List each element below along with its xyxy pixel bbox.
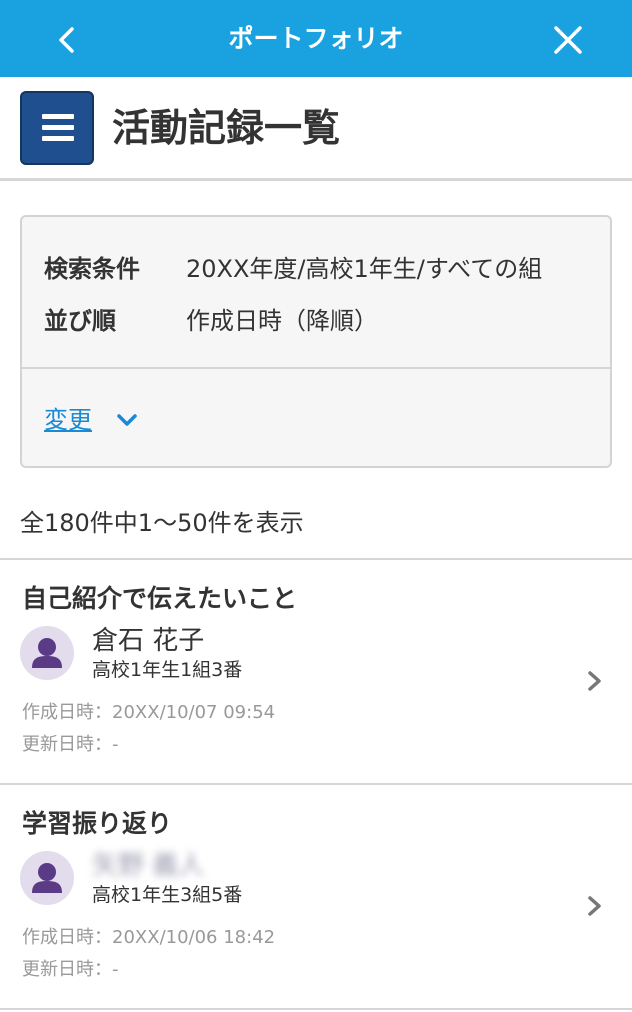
person-icon	[32, 863, 62, 893]
search-condition-row: 検索条件 20XX年度/高校1年生/すべての組	[44, 252, 542, 286]
page-title: 活動記録一覧	[112, 106, 341, 150]
page-header: 活動記録一覧	[0, 77, 632, 181]
student-name: 矢野 義人	[92, 851, 205, 881]
avatar	[20, 851, 74, 905]
record-title: 自己紹介で伝えたいこと	[22, 584, 298, 613]
list-item[interactable]: 自己紹介で伝えたいこと 倉石 花子 高校1年生1組3番 作成日時：20XX/10…	[0, 560, 632, 784]
close-button[interactable]	[546, 18, 590, 62]
chevron-down-icon[interactable]	[114, 411, 140, 429]
search-conditions-panel: 検索条件 20XX年度/高校1年生/すべての組 並び順 作成日時（降順） 変更	[20, 215, 612, 468]
search-condition-value: 20XX年度/高校1年生/すべての組	[186, 255, 543, 283]
student-class: 高校1年生1組3番	[92, 659, 243, 681]
student-class: 高校1年生3組5番	[92, 884, 243, 906]
result-count: 全180件中1〜50件を表示	[20, 509, 304, 537]
list-item[interactable]: 学習振り返り 矢野 義人 高校1年生3組5番 作成日時：20XX/10/06 1…	[0, 785, 632, 1009]
divider	[0, 1008, 632, 1010]
record-title: 学習振り返り	[22, 809, 173, 838]
change-conditions-link[interactable]: 変更	[44, 403, 92, 437]
person-icon	[32, 638, 62, 668]
close-icon	[554, 26, 582, 54]
app-header: ポートフォリオ	[0, 0, 632, 77]
avatar	[20, 626, 74, 680]
student-name: 倉石 花子	[92, 626, 205, 656]
created-datetime: 作成日時：20XX/10/07 09:54	[22, 702, 276, 723]
app-title: ポートフォリオ	[228, 24, 404, 53]
divider	[22, 367, 610, 369]
chevron-right-icon	[588, 671, 601, 691]
chevron-right-icon	[588, 896, 601, 916]
menu-button[interactable]	[20, 91, 94, 165]
search-condition-label: 検索条件	[44, 255, 140, 283]
updated-datetime: 更新日時：-	[22, 734, 119, 755]
sort-order-value: 作成日時（降順）	[186, 307, 378, 335]
sort-order-row: 並び順 作成日時（降順）	[44, 304, 378, 338]
created-datetime: 作成日時：20XX/10/06 18:42	[22, 927, 276, 948]
sort-order-label: 並び順	[44, 307, 116, 335]
updated-datetime: 更新日時：-	[22, 959, 119, 980]
